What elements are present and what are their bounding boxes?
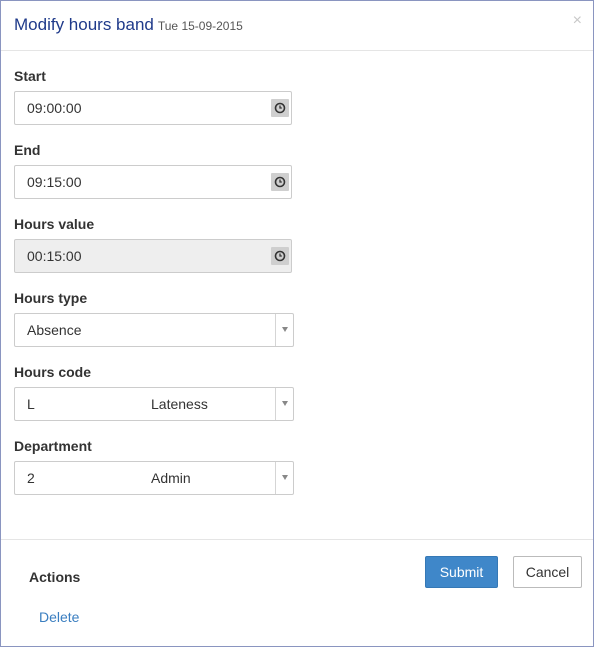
hours-value-value: 00:15:00 [27,248,82,264]
select-divider [275,462,276,494]
start-time-input[interactable]: 09:00:00 [14,91,292,125]
clock-icon [271,247,289,265]
chevron-down-icon[interactable] [282,475,288,480]
dialog-header: Modify hours band Tue 15-09-2015 × [1,1,593,51]
select-divider [275,314,276,346]
hours-value-input: 00:15:00 [14,239,292,273]
chevron-down-icon[interactable] [282,401,288,406]
hours-code-select[interactable]: L Lateness [14,387,294,421]
hours-value-label: Hours value [14,216,95,232]
department-select[interactable]: 2 Admin [14,461,294,495]
hours-code-label: Hours code [14,364,92,380]
chevron-down-icon[interactable] [282,327,288,332]
cancel-button[interactable]: Cancel [513,556,582,588]
modify-hours-band-dialog: Modify hours band Tue 15-09-2015 × Start … [0,0,594,647]
hours-type-selected: Absence [27,322,82,338]
end-label: End [14,142,41,158]
dialog-footer: Actions Delete Submit Cancel [1,539,593,647]
hours-type-select[interactable]: Absence [14,313,294,347]
start-time-value: 09:00:00 [27,100,82,116]
department-selected-name: Admin [151,470,191,486]
hours-type-label: Hours type [14,290,88,306]
dialog-title: Modify hours band Tue 15-09-2015 [14,15,243,35]
close-icon[interactable]: × [573,13,582,29]
end-time-value: 09:15:00 [27,174,82,190]
department-label: Department [14,438,92,454]
dialog-date: Tue 15-09-2015 [157,19,243,33]
select-divider [275,388,276,420]
hours-code-selected-code: L [27,396,35,412]
hours-code-selected-name: Lateness [151,396,208,412]
actions-label: Actions [29,569,81,585]
clock-icon[interactable] [271,173,289,191]
clock-icon[interactable] [271,99,289,117]
start-label: Start [14,68,46,84]
end-time-input[interactable]: 09:15:00 [14,165,292,199]
delete-link[interactable]: Delete [39,609,79,625]
submit-button[interactable]: Submit [425,556,498,588]
dialog-title-text: Modify hours band [14,15,154,34]
department-selected-code: 2 [27,470,35,486]
